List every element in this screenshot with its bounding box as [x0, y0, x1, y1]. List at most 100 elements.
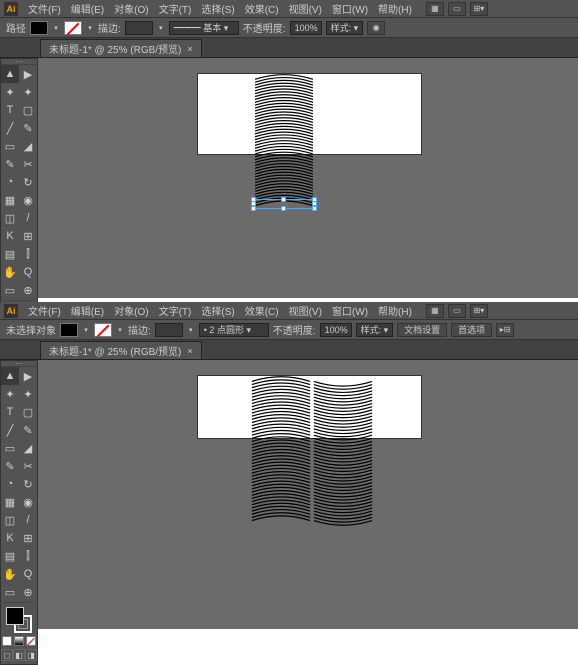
fill-dropdown-icon[interactable]: ▾ [52, 21, 60, 35]
menu-effect[interactable]: 效果(C) [241, 0, 283, 18]
magic-wand-tool[interactable]: ✦ [1, 83, 19, 101]
rectangle-tool[interactable]: ▭ [1, 583, 19, 601]
document-tab[interactable]: 未标题-1* @ 25% (RGB/预览) × [40, 341, 202, 359]
stroke-weight-input[interactable] [155, 323, 183, 337]
rectangle-tool[interactable]: ▭ [1, 137, 19, 155]
hand-tool[interactable]: ✋ [1, 565, 19, 583]
close-icon[interactable]: × [187, 346, 192, 356]
gradient-mode-icon[interactable] [14, 636, 24, 646]
mesh-tool[interactable]: ▤ [1, 547, 19, 565]
menu-window[interactable]: 窗口(W) [328, 0, 372, 18]
none-mode-icon[interactable] [26, 636, 36, 646]
menu-file[interactable]: 文件(F) [24, 0, 65, 18]
menu-select[interactable]: 选择(S) [197, 0, 238, 18]
type-tool[interactable]: T [1, 403, 19, 421]
rotate-tool[interactable]: ↻ [19, 173, 37, 191]
overflow-icon[interactable]: ▸⊟ [496, 323, 514, 337]
scale-tool[interactable]: ▦ [1, 493, 19, 511]
menu-view[interactable]: 视图(V) [285, 301, 326, 320]
fill-swatch[interactable] [60, 323, 78, 337]
perspective-tool[interactable]: ⊞ [19, 529, 37, 547]
scale-tool[interactable]: ▦ [1, 191, 19, 209]
blend-shape[interactable] [253, 70, 315, 215]
paintbrush-tool[interactable]: ◢ [19, 439, 37, 457]
rectangle-tool[interactable]: ▭ [1, 281, 19, 299]
direct-selection-tool[interactable]: ▶ [19, 367, 37, 385]
scissors-tool[interactable]: ✂ [19, 457, 37, 475]
artboard-tool[interactable]: Q [19, 263, 37, 281]
mesh-tool[interactable]: ▤ [1, 245, 19, 263]
style-dropdown[interactable]: 样式: ▾ [326, 21, 364, 35]
opacity-input[interactable]: 100% [290, 21, 322, 35]
artboard-tool[interactable]: Q [19, 565, 37, 583]
pen-tool[interactable]: ✎ [1, 457, 19, 475]
menu-help[interactable]: 帮助(H) [374, 0, 416, 18]
rotate-tool[interactable]: ◔ [1, 475, 19, 493]
rectangle-tool[interactable]: ▭ [1, 439, 19, 457]
draw-inside-icon[interactable]: ◨ [25, 649, 37, 661]
menu-edit[interactable]: 编辑(E) [67, 0, 108, 18]
menu-window[interactable]: 窗口(W) [328, 301, 372, 320]
menu-effect[interactable]: 效果(C) [241, 301, 283, 320]
stroke-swatch[interactable] [64, 21, 82, 35]
preferences-button[interactable]: 首选项 [451, 323, 492, 337]
width-tool[interactable]: ◫ [1, 511, 19, 529]
eyedropper-tool[interactable]: / [19, 209, 37, 227]
rotate-tool[interactable]: ◔ [1, 173, 19, 191]
lasso-tool[interactable]: ▢ [19, 403, 37, 421]
zoom-tool[interactable]: ⊕ [19, 583, 37, 601]
pen-tool[interactable]: ✎ [1, 155, 19, 173]
stroke-weight-drop-icon[interactable]: ▾ [187, 323, 195, 337]
canvas[interactable] [40, 58, 578, 298]
opacity-input[interactable]: 100% [320, 323, 352, 337]
gradient-tool[interactable]: ◉ [19, 191, 37, 209]
layout-icon[interactable]: ▦ [426, 2, 444, 16]
perspective-tool[interactable]: ⊞ [19, 227, 37, 245]
fill-swatch[interactable] [30, 21, 48, 35]
bridge-icon[interactable]: ▭ [448, 2, 466, 16]
magic-wand-tool[interactable]: ✦ [1, 385, 19, 403]
rotate-tool[interactable]: ↻ [19, 475, 37, 493]
hand-tool[interactable]: ✋ [1, 263, 19, 281]
zoom-tool[interactable]: ⊕ [19, 281, 37, 299]
magic-wand-tool[interactable]: ✦ [19, 83, 37, 101]
menu-edit[interactable]: 编辑(E) [67, 301, 108, 320]
direct-selection-tool[interactable]: ▶ [19, 65, 37, 83]
menu-select[interactable]: 选择(S) [197, 301, 238, 320]
width-tool[interactable]: ◫ [1, 209, 19, 227]
lasso-tool[interactable]: ▢ [19, 101, 37, 119]
stroke-weight-input[interactable] [125, 21, 153, 35]
menu-type[interactable]: 文字(T) [155, 0, 196, 18]
stroke-dropdown-icon[interactable]: ▾ [86, 21, 94, 35]
color-mode-icon[interactable] [2, 636, 12, 646]
stroke-swatch[interactable] [94, 323, 112, 337]
menu-help[interactable]: 帮助(H) [374, 301, 416, 320]
recolor-icon[interactable]: ◉ [367, 21, 385, 35]
magic-wand-tool[interactable]: ✦ [19, 385, 37, 403]
document-tab[interactable]: 未标题-1* @ 25% (RGB/预览) × [40, 39, 202, 57]
brush-dropdown[interactable]: • 2 点圆形 ▾ [199, 323, 269, 337]
draw-normal-icon[interactable]: ◻ [1, 649, 13, 661]
stroke-weight-drop-icon[interactable]: ▾ [157, 21, 165, 35]
eyedropper-tool[interactable]: / [19, 511, 37, 529]
pen-tool[interactable]: ✎ [19, 421, 37, 439]
blend-shape-right[interactable] [312, 372, 374, 530]
type-tool[interactable]: T [1, 101, 19, 119]
blend-shape-left[interactable] [250, 372, 312, 530]
selection-tool[interactable]: ▲ [1, 367, 19, 385]
color-swatches[interactable] [6, 607, 32, 633]
canvas[interactable] [40, 360, 578, 629]
arrange-icon[interactable]: ⊞▾ [470, 2, 488, 16]
line-tool[interactable]: ╱ [1, 421, 19, 439]
gradient-tool[interactable]: ◉ [19, 493, 37, 511]
stroke-dropdown-icon[interactable]: ▾ [116, 323, 124, 337]
layout-icon[interactable]: ▦ [426, 304, 444, 318]
menu-object[interactable]: 对象(O) [110, 0, 152, 18]
graph-tool[interactable]: ⫿ [19, 245, 37, 263]
draw-behind-icon[interactable]: ◧ [13, 649, 25, 661]
variable-width-dropdown[interactable]: ━━━ 基本 ▾ [169, 21, 239, 35]
arrange-icon[interactable]: ⊞▾ [470, 304, 488, 318]
pen-tool[interactable]: ✎ [19, 119, 37, 137]
fill-color-swatch[interactable] [6, 607, 24, 625]
scissors-tool[interactable]: ✂ [19, 155, 37, 173]
